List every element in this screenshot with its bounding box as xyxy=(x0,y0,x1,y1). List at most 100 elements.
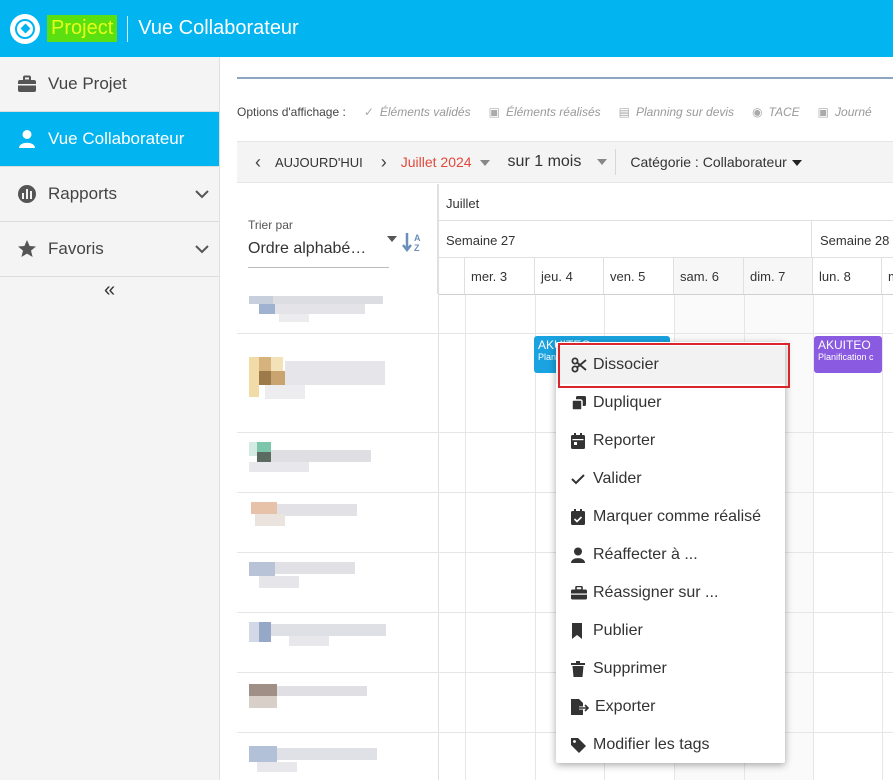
menu-item-label: Valider xyxy=(593,470,642,487)
option-validated[interactable]: ✓ Éléments validés xyxy=(364,105,471,119)
option-tace[interactable]: ◉ TACE xyxy=(752,105,800,119)
sort-label: Trier par xyxy=(248,218,293,232)
display-options: Options d'affichage : ✓ Éléments validés … xyxy=(237,105,872,119)
bookmark-icon xyxy=(571,623,589,639)
collaborator-row[interactable] xyxy=(249,502,389,542)
row-divider xyxy=(237,333,893,334)
copy-icon xyxy=(571,395,589,411)
next-period-button[interactable]: › xyxy=(373,152,395,173)
collaborator-row[interactable] xyxy=(249,742,389,778)
collaborator-row[interactable] xyxy=(249,347,389,417)
month-value: Juillet 2024 xyxy=(400,154,472,170)
prev-period-button[interactable]: ‹ xyxy=(247,152,269,173)
file-export-icon xyxy=(571,699,591,715)
briefcase-icon xyxy=(16,73,38,95)
day-header: ven. 5 xyxy=(604,258,674,294)
option-label: Journé xyxy=(835,105,872,119)
sort-alpha-icon[interactable]: AZ xyxy=(401,231,427,258)
menu-item-modifier-tags[interactable]: Modifier les tags xyxy=(556,726,785,764)
caret-down-icon xyxy=(597,158,608,165)
option-label: Éléments réalisés xyxy=(505,105,601,119)
menu-item-label: Publier xyxy=(593,622,643,639)
menu-item-supprimer[interactable]: Supprimer xyxy=(556,650,785,688)
day-header: sam. 6 xyxy=(674,258,744,294)
sidebar-item-vue-collaborateur[interactable]: Vue Collaborateur xyxy=(0,112,219,167)
option-label: Éléments validés xyxy=(379,105,471,119)
menu-item-label: Exporter xyxy=(595,698,656,715)
chevron-down-icon xyxy=(195,184,209,204)
menu-item-label: Modifier les tags xyxy=(593,736,710,753)
svg-text:Z: Z xyxy=(414,243,420,253)
month-select[interactable]: Juillet 2024 xyxy=(401,154,490,170)
menu-item-dupliquer[interactable]: Dupliquer xyxy=(556,384,785,422)
collaborator-row[interactable] xyxy=(249,296,389,324)
file-icon: ▤ xyxy=(618,105,630,119)
page-title: Vue Collaborateur xyxy=(138,17,299,39)
menu-item-reporter[interactable]: Reporter xyxy=(556,422,785,460)
day-header: lun. 8 xyxy=(813,258,882,294)
top-bar: Project Vue Collaborateur xyxy=(0,0,893,57)
calendar-toolbar: ‹ AUJOURD'HUI › Juillet 2024 sur 1 mois … xyxy=(237,141,893,183)
caret-down-icon xyxy=(387,236,397,242)
highlight-box xyxy=(558,343,790,388)
menu-item-reassigner[interactable]: Réassigner sur ... xyxy=(556,574,785,612)
event-subtitle: Planification c xyxy=(818,352,874,362)
sidebar-item-label: Vue Collaborateur xyxy=(48,129,185,148)
display-options-label: Options d'affichage : xyxy=(237,105,346,119)
menu-item-valider[interactable]: Valider xyxy=(556,460,785,498)
menu-item-label: Réaffecter à ... xyxy=(593,546,698,563)
sort-panel: Trier par Ordre alphabé… AZ xyxy=(237,184,438,294)
collaborator-row[interactable] xyxy=(249,442,389,482)
chevron-down-icon xyxy=(195,239,209,259)
caret-down-icon xyxy=(479,160,490,167)
calendar-icon: ▣ xyxy=(817,105,830,119)
menu-item-reaffecter[interactable]: Réaffecter à ... xyxy=(556,536,785,574)
option-quote-planning[interactable]: ▤ Planning sur devis xyxy=(619,105,734,119)
menu-item-label: Dupliquer xyxy=(593,394,662,411)
range-select[interactable]: sur 1 mois xyxy=(508,153,608,171)
user-icon xyxy=(571,547,589,563)
grid-line xyxy=(465,295,466,780)
category-select[interactable]: Catégorie : Collaborateur xyxy=(630,154,802,170)
sidebar-item-label: Favoris xyxy=(48,239,104,258)
today-button[interactable]: AUJOURD'HUI xyxy=(275,155,363,170)
sidebar-item-label: Vue Projet xyxy=(48,74,127,93)
sort-select[interactable]: Ordre alphabé… xyxy=(248,237,389,268)
app-name[interactable]: Project xyxy=(47,15,118,42)
calendar-check-icon: ▣ xyxy=(488,105,500,119)
briefcase-icon xyxy=(571,586,589,600)
sidebar-item-label: Rapports xyxy=(48,184,117,203)
menu-item-exporter[interactable]: Exporter xyxy=(556,688,785,726)
trash-icon xyxy=(571,661,589,677)
star-icon xyxy=(16,238,38,260)
sidebar-item-vue-projet[interactable]: Vue Projet xyxy=(0,57,219,112)
day-header: mer. 3 xyxy=(465,258,535,294)
check-icon: ✓ xyxy=(363,105,374,119)
divider xyxy=(237,77,893,79)
check-icon xyxy=(571,473,589,485)
menu-item-marquer-realise[interactable]: Marquer comme réalisé xyxy=(556,498,785,536)
menu-item-label: Réassigner sur ... xyxy=(593,584,719,601)
category-value: Catégorie : Collaborateur xyxy=(630,154,787,170)
collaborator-row[interactable] xyxy=(249,562,389,602)
range-value: sur 1 mois xyxy=(507,153,582,170)
logo-icon[interactable] xyxy=(10,13,40,44)
month-header: Juillet xyxy=(438,184,893,221)
sidebar-item-favoris[interactable]: Favoris xyxy=(0,222,219,277)
grid-line xyxy=(438,184,439,780)
sidebar: Vue Projet Vue Collaborateur Rapports Fa… xyxy=(0,57,220,780)
sidebar-item-rapports[interactable]: Rapports xyxy=(0,167,219,222)
day-header: m xyxy=(882,258,893,294)
option-done[interactable]: ▣ Éléments réalisés xyxy=(489,105,601,119)
menu-item-label: Supprimer xyxy=(593,660,667,677)
collaborator-row[interactable] xyxy=(249,622,389,662)
planning-event[interactable]: AKUITEO Planification c xyxy=(814,336,882,373)
collapse-sidebar-button[interactable]: « xyxy=(0,279,219,302)
option-day[interactable]: ▣ Journé xyxy=(818,105,872,119)
svg-text:A: A xyxy=(414,233,421,243)
collaborator-row[interactable] xyxy=(249,682,389,722)
menu-item-publier[interactable]: Publier xyxy=(556,612,785,650)
chart-icon xyxy=(16,183,38,205)
menu-item-label: Marquer comme réalisé xyxy=(593,508,762,525)
user-icon xyxy=(16,128,38,150)
